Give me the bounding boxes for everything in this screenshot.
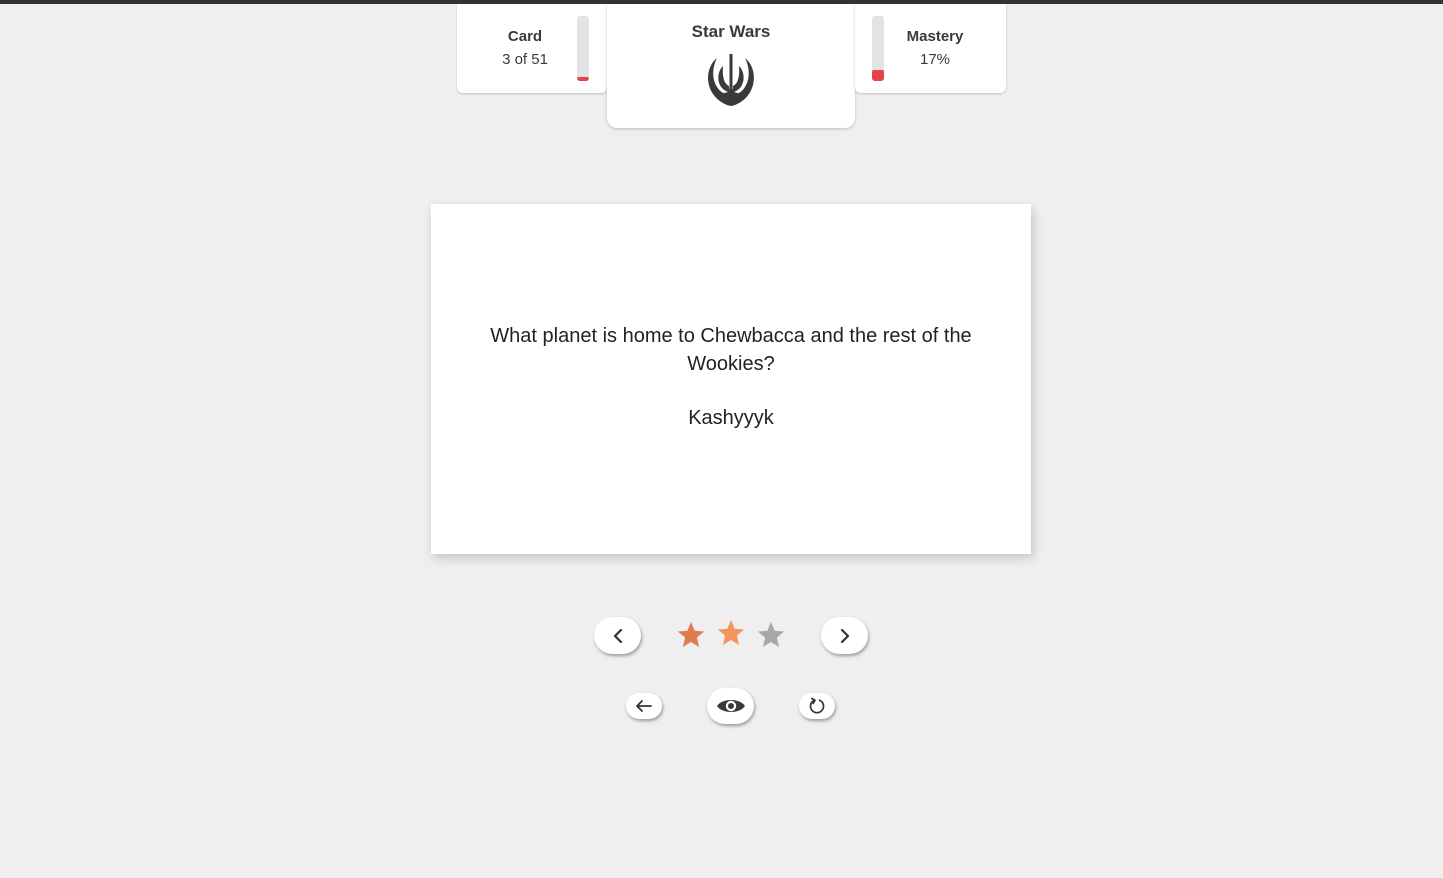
card-counter-label: Card (507, 28, 543, 45)
mastery-label: Mastery (906, 28, 964, 45)
card-counter-panel: Card 3 of 51 (457, 4, 607, 93)
rating-star-1[interactable] (676, 620, 706, 650)
show-answer-button[interactable] (707, 688, 754, 724)
flashcard[interactable]: What planet is home to Chewbacca and the… (431, 204, 1031, 554)
deck-header[interactable]: Star Wars (607, 4, 855, 128)
reset-button[interactable] (799, 693, 835, 719)
chevron-left-icon (613, 628, 622, 643)
back-button[interactable] (626, 693, 662, 719)
card-progress-bar (577, 16, 589, 81)
deck-title: Star Wars (691, 22, 771, 41)
mastery-panel: Mastery 17% (855, 4, 1006, 93)
previous-card-button[interactable] (594, 617, 641, 654)
flashcard-answer: Kashyyyk (688, 407, 774, 429)
refresh-icon (809, 697, 825, 714)
card-progress-fill (577, 77, 589, 81)
chevron-right-icon (840, 628, 849, 643)
flashcard-question: What planet is home to Chewbacca and the… (490, 325, 972, 375)
mastery-progress-bar (872, 16, 884, 81)
rating-star-2[interactable] (716, 618, 746, 648)
mastery-value: 17% (919, 51, 951, 68)
eye-icon (716, 700, 745, 712)
arrow-left-icon (636, 700, 652, 712)
rating-star-3[interactable] (756, 620, 786, 650)
jedi-order-icon (708, 54, 754, 106)
next-card-button[interactable] (821, 617, 868, 654)
mastery-progress-fill (872, 70, 884, 81)
card-counter-value: 3 of 51 (502, 51, 548, 68)
